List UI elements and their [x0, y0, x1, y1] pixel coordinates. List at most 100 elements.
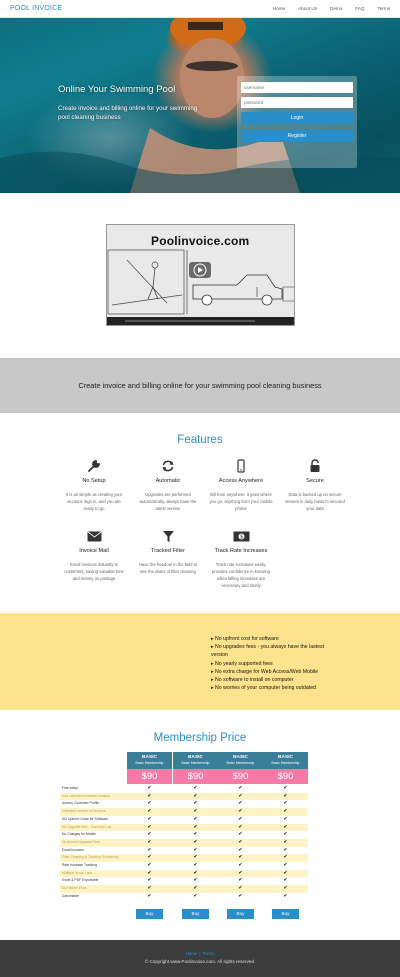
username-input[interactable]	[241, 82, 353, 93]
footer-link-home[interactable]: Home	[186, 951, 198, 956]
buy-button[interactable]: Buy	[227, 909, 254, 919]
check-icon: ✔	[283, 800, 288, 807]
check-icon: ✔	[283, 869, 288, 876]
feature-desc: It is as simple as creating your account…	[65, 492, 123, 511]
password-input[interactable]	[241, 97, 353, 108]
features-title: Features	[177, 434, 223, 446]
feature-title: Automatic	[155, 478, 181, 484]
buy-button[interactable]: Buy	[136, 909, 163, 919]
mobile-icon	[209, 458, 273, 474]
check-icon: ✔	[238, 862, 243, 868]
demo-video[interactable]: Poolinvoice.com	[106, 224, 295, 326]
check-icon: ✔	[238, 892, 243, 899]
register-button[interactable]: Register	[241, 130, 353, 142]
feature-desc: Data is backed up on secure servers in d…	[285, 492, 345, 511]
check-icon: ✔	[147, 862, 152, 868]
feature-no-setup: No Setup It is as simple as creating you…	[62, 458, 126, 512]
plan-name: BASIC	[188, 755, 203, 760]
feature-desc: Have the freedom in the field to see the…	[138, 562, 198, 574]
check-icon: ✔	[238, 800, 243, 807]
feature-label: Free setup	[62, 786, 79, 790]
check-icon: ✔	[238, 854, 243, 861]
check-icon: ✔	[238, 785, 243, 791]
feature-label: Add unlimited customer location	[62, 793, 111, 798]
check-icon: ✔	[147, 846, 152, 853]
feature-label: Cancelable	[62, 893, 79, 898]
nav-item-home[interactable]: Home	[273, 6, 285, 11]
list-item: No extra charge for Web Access/Web Mobil…	[211, 668, 341, 676]
feature-automatic: Automatic Upgrades are performed automat…	[136, 458, 200, 512]
check-icon: ✔	[193, 800, 198, 807]
check-icon: ✔	[147, 792, 152, 799]
copyright: © Copyright www.Poolinvoice.com. All rig…	[144, 959, 256, 964]
plan-price: $90	[218, 769, 263, 784]
buy-button[interactable]: Buy	[182, 909, 209, 919]
table-row: No Annual Upgrade Fees ✔ ✔ ✔ ✔	[60, 838, 308, 847]
unlock-icon	[283, 458, 347, 474]
video-progress-track[interactable]	[125, 320, 255, 322]
plan-name: BASIC	[142, 755, 157, 760]
footer-links: Home | Terms	[185, 951, 215, 956]
plan-name: BASIC	[233, 755, 248, 760]
check-icon: ✔	[238, 823, 243, 830]
check-icon: ✔	[283, 862, 288, 868]
feature-invoice-mail: Invoice Mail Email invoices instantly to…	[62, 528, 126, 582]
table-row: Cancelable ✔ ✔ ✔ ✔	[60, 893, 308, 901]
plan-sub: Basic Membership	[271, 761, 300, 765]
check-icon: ✔	[147, 877, 152, 884]
footer-link-terms[interactable]: Terms	[202, 951, 214, 956]
check-icon: ✔	[193, 862, 198, 868]
feature-label: NO Upfront Costs for Software	[62, 816, 108, 821]
nav-item-about[interactable]: About Us	[298, 6, 317, 11]
plan-price: $90	[173, 769, 218, 784]
nav-item-faq[interactable]: FAQ	[355, 6, 364, 11]
feature-title: Track Rate Increases	[214, 548, 268, 554]
top-navbar: POOL INVOICE Home About Us Demo FAQ Term…	[0, 0, 400, 18]
play-icon[interactable]	[189, 262, 211, 278]
check-icon: ✔	[283, 846, 288, 853]
list-item: No worries of your computer being outdat…	[211, 684, 341, 692]
plan-sub: Basic Membership	[226, 761, 255, 765]
check-icon: ✔	[147, 838, 152, 845]
nav-menu: Home About Us Demo FAQ Terms	[273, 6, 390, 11]
tagline-text: Create invoice and billing online for yo…	[78, 381, 322, 390]
check-icon: ✔	[147, 869, 152, 876]
table-row: Filter Cleaning & Tracking Scheduling ✔ ✔ ✔…	[60, 854, 308, 862]
buy-button[interactable]: Buy	[272, 909, 299, 919]
check-icon: ✔	[147, 800, 152, 807]
pricing-title: Membership Price	[153, 732, 247, 744]
benefits-section: No upfront cost for software No upgrades…	[0, 613, 400, 710]
video-controls[interactable]	[107, 317, 294, 325]
check-icon: ✔	[147, 831, 152, 838]
plan-price: $90	[263, 769, 308, 784]
brand-logo[interactable]: POOL INVOICE	[10, 5, 62, 12]
table-row: No Upgrade fees - Tracking Cost ✔ ✔ ✔ ✔	[60, 823, 308, 832]
check-icon: ✔	[193, 854, 198, 861]
check-icon: ✔	[193, 792, 198, 799]
check-icon: ✔	[193, 838, 198, 845]
list-item: No yearly supported fees	[211, 660, 341, 668]
check-icon: ✔	[193, 877, 198, 884]
login-button[interactable]: Login	[241, 112, 353, 124]
nav-item-terms[interactable]: Terms	[377, 6, 390, 11]
table-row: Email Invoices ✔ ✔ ✔ ✔	[60, 847, 308, 855]
money-icon: $	[209, 528, 273, 544]
table-row: Free setup ✔ ✔ ✔ ✔	[60, 785, 308, 793]
nav-item-demo[interactable]: Demo	[330, 6, 342, 11]
check-icon: ✔	[283, 838, 288, 845]
feature-label: Email Invoices	[62, 847, 84, 852]
feature-title: Access Anywhere	[218, 478, 264, 484]
check-icon: ✔	[238, 869, 243, 876]
feature-title: Secure	[306, 478, 324, 484]
table-row: Rate Increase Tracking ✔ ✔ ✔ ✔	[60, 862, 308, 870]
check-icon: ✔	[283, 815, 288, 822]
feature-label: Multiple Group Lists	[62, 870, 92, 875]
feature-label: No Upgrade fees - Tracking Cost	[62, 824, 112, 829]
check-icon: ✔	[147, 823, 152, 830]
list-item: No software to install on computer	[211, 676, 341, 684]
feature-title: Tracked Filter	[151, 548, 185, 554]
check-icon: ✔	[283, 892, 288, 899]
check-icon: ✔	[238, 815, 243, 822]
feature-desc: Track rate increases easily, provides co…	[211, 562, 271, 588]
feature-title: Invoice Mail	[79, 548, 109, 554]
